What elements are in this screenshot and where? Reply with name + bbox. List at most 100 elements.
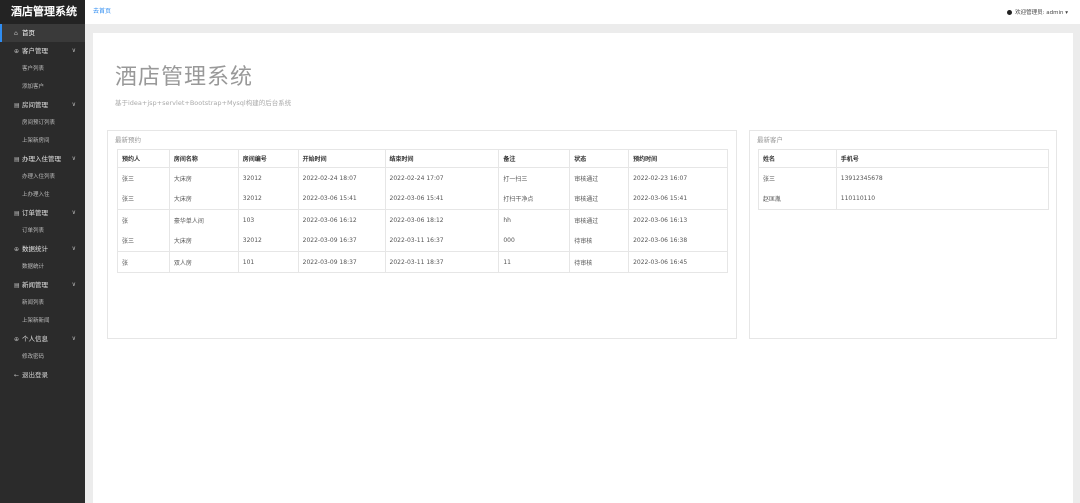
user-menu[interactable]: 欢迎管理员: admin ▾ [1007, 8, 1068, 16]
hero: 酒店管理系统 基于idea+jsp+servlet+Bootstrap+Mysq… [115, 59, 291, 107]
table-row: 张双人房 101 2022-03-09 18:37 2022-03-11 18:37 1… [117, 251, 728, 273]
table-cell: 张三 [117, 230, 170, 252]
customers-body: 张三 13912345678 赵匡胤 110110110 [758, 167, 1050, 210]
table-cell: 32012 [237, 167, 299, 189]
users-icon: ⊕ [14, 48, 20, 55]
sidebar-item-label: 办理入住管理 [22, 155, 61, 163]
table-cell: 2022-03-06 15:41 [628, 188, 728, 210]
user-avatar-icon [1007, 10, 1013, 15]
customers-header-row: 姓名 手机号 [758, 149, 1050, 168]
breadcrumb-home-link[interactable]: 去首页 [93, 6, 111, 15]
sidebar-subitem[interactable]: 订单列表 [0, 222, 85, 240]
chevron-down-icon: ∨ [71, 101, 76, 108]
table-cell: 张 [117, 209, 170, 231]
sidebar-subitem[interactable]: 办理入住列表 [0, 168, 85, 186]
sidebar-item[interactable]: ▤ 办理入住管理 ∨ [0, 150, 85, 168]
chevron-down-icon: ∨ [71, 155, 76, 162]
table-cell: 32012 [237, 230, 299, 252]
table-cell: 大床房 [168, 167, 239, 189]
sidebar-subitem[interactable]: 新闻列表 [0, 294, 85, 312]
sidebar-item[interactable]: ⊕ 客户管理 ∨ [0, 42, 85, 60]
table-cell: 张三 [117, 167, 170, 189]
column-header: 备注 [498, 149, 571, 168]
sidebar-item-label: 房间管理 [22, 101, 48, 109]
table-cell: 000 [498, 230, 571, 252]
sidebar-nav: ⌂ 首页 ⊕ 客户管理 ∨ 客户列表 添加客户 ▤ 房间管理 ∨ 房间预订列表 上架新房间 ▤ 办理入住管… [0, 24, 85, 384]
table-cell: 审核通过 [569, 167, 630, 189]
table-row: 赵匡胤 110110110 [758, 188, 1050, 210]
sidebar-subitem[interactable]: 客户列表 [0, 60, 85, 78]
table-row: 张三 大床房 32012 2022-02-24 18:07 2022-02-24 17:… [117, 167, 728, 189]
table-cell: 2022-03-11 18:37 [384, 251, 500, 273]
sidebar-item-label: 数据统计 [22, 245, 48, 253]
column-header: 房间名称 [168, 149, 239, 168]
table-cell: 打一扫三 [498, 167, 571, 189]
logout-icon: ← [14, 372, 20, 379]
page-subtitle: 基于idea+jsp+servlet+Bootstrap+Mysql构建的后台系… [115, 99, 292, 107]
sidebar-item[interactable]: ⌂ 首页 [0, 24, 85, 42]
column-header: 姓名 [758, 149, 837, 168]
home-icon: ⌂ [14, 30, 18, 37]
table-cell: 审核通过 [569, 209, 630, 231]
table-cell: 待审核 [569, 230, 630, 252]
chevron-down-icon: ∨ [71, 47, 76, 54]
main-content: 酒店管理系统 基于idea+jsp+servlet+Bootstrap+Mysq… [93, 33, 1073, 503]
sidebar: 酒店管理系统 ⌂ 首页 ⊕ 客户管理 ∨ 客户列表 添加客户 ▤ 房间管理 ∨ 房间预订列表 上架新房… [0, 0, 85, 503]
sidebar-item[interactable]: ← 退出登录 [0, 366, 85, 384]
table-cell: 双人房 [168, 251, 239, 273]
table-cell: 2022-02-24 18:07 [297, 167, 386, 189]
table-cell: 张 [117, 251, 170, 273]
table-cell: 打扫干净点 [498, 188, 571, 210]
table-row: 张三 大床房 32012 2022-03-09 16:37 2022-03-11 16:… [117, 230, 728, 252]
column-header: 开始时间 [297, 149, 386, 168]
app-brand: 酒店管理系统 [0, 0, 85, 24]
column-header: 房间编号 [237, 149, 299, 168]
sidebar-subitem[interactable]: 上架新房间 [0, 132, 85, 150]
table-cell: 2022-03-06 15:41 [297, 188, 386, 210]
customers-panel-title: 最新客户 [757, 136, 783, 144]
table-cell: 张三 [117, 188, 170, 210]
table-cell: 审核通过 [569, 188, 630, 210]
table-cell: 大床房 [168, 188, 239, 210]
sidebar-subitem[interactable]: 房间预订列表 [0, 114, 85, 132]
checkin-icon: ▤ [14, 156, 20, 163]
table-cell: 2022-03-06 16:45 [628, 251, 728, 273]
table-cell: 11 [498, 251, 571, 273]
reservations-header-row: 预约人 房间名称 房间编号 开始时间 结束时间 备注 状态 预约时间 [117, 149, 728, 168]
order-icon: ▤ [14, 210, 20, 217]
table-cell: 2022-02-23 16:07 [628, 167, 728, 189]
table-cell: 13912345678 [835, 167, 1050, 189]
column-header: 预约人 [117, 149, 170, 168]
sidebar-subitem[interactable]: 上架新新闻 [0, 312, 85, 330]
table-cell: 103 [237, 209, 299, 231]
sidebar-subitem[interactable]: 上办理入住 [0, 186, 85, 204]
chevron-down-icon: ∨ [71, 281, 76, 288]
table-cell: 101 [237, 251, 299, 273]
sidebar-item[interactable]: ⊕ 个人信息 ∨ [0, 330, 85, 348]
user-menu-label: 欢迎管理员: admin ▾ [1015, 10, 1068, 16]
sidebar-item[interactable]: ▤ 房间管理 ∨ [0, 96, 85, 114]
table-cell: hh [498, 209, 571, 231]
sidebar-item-label: 订单管理 [22, 209, 48, 217]
reservations-body: 张三 大床房 32012 2022-02-24 18:07 2022-02-24 17:… [117, 167, 728, 273]
sidebar-subitem[interactable]: 修改密码 [0, 348, 85, 366]
sidebar-subitem[interactable]: 添加客户 [0, 78, 85, 96]
top-bar: 去首页 欢迎管理员: admin ▾ [85, 0, 1080, 24]
table-row: 张三 大床房 32012 2022-03-06 15:41 2022-03-06 15:… [117, 188, 728, 210]
reservations-panel: 最新预约 预约人 房间名称 房间编号 开始时间 结束时间 备注 状态 预约时间 张三 大床房 32… [107, 130, 737, 339]
room-icon: ▤ [14, 102, 20, 109]
sidebar-subitem[interactable]: 数据统计 [0, 258, 85, 276]
table-cell: 2022-03-09 18:37 [297, 251, 386, 273]
sidebar-item[interactable]: ⊕ 数据统计 ∨ [0, 240, 85, 258]
profile-icon: ⊕ [14, 336, 20, 343]
sidebar-item[interactable]: ▤ 新闻管理 ∨ [0, 276, 85, 294]
column-header: 结束时间 [384, 149, 500, 168]
table-cell: 2022-03-06 16:12 [297, 209, 386, 231]
chevron-down-icon: ∨ [71, 209, 76, 216]
chevron-down-icon: ∨ [71, 335, 76, 342]
sidebar-item-label: 个人信息 [22, 335, 48, 343]
customers-table: 姓名 手机号 张三 13912345678 赵匡胤 110110110 [758, 149, 1050, 210]
table-cell: 赵匡胤 [758, 188, 837, 210]
table-cell: 2022-03-06 15:41 [384, 188, 500, 210]
sidebar-item[interactable]: ▤ 订单管理 ∨ [0, 204, 85, 222]
